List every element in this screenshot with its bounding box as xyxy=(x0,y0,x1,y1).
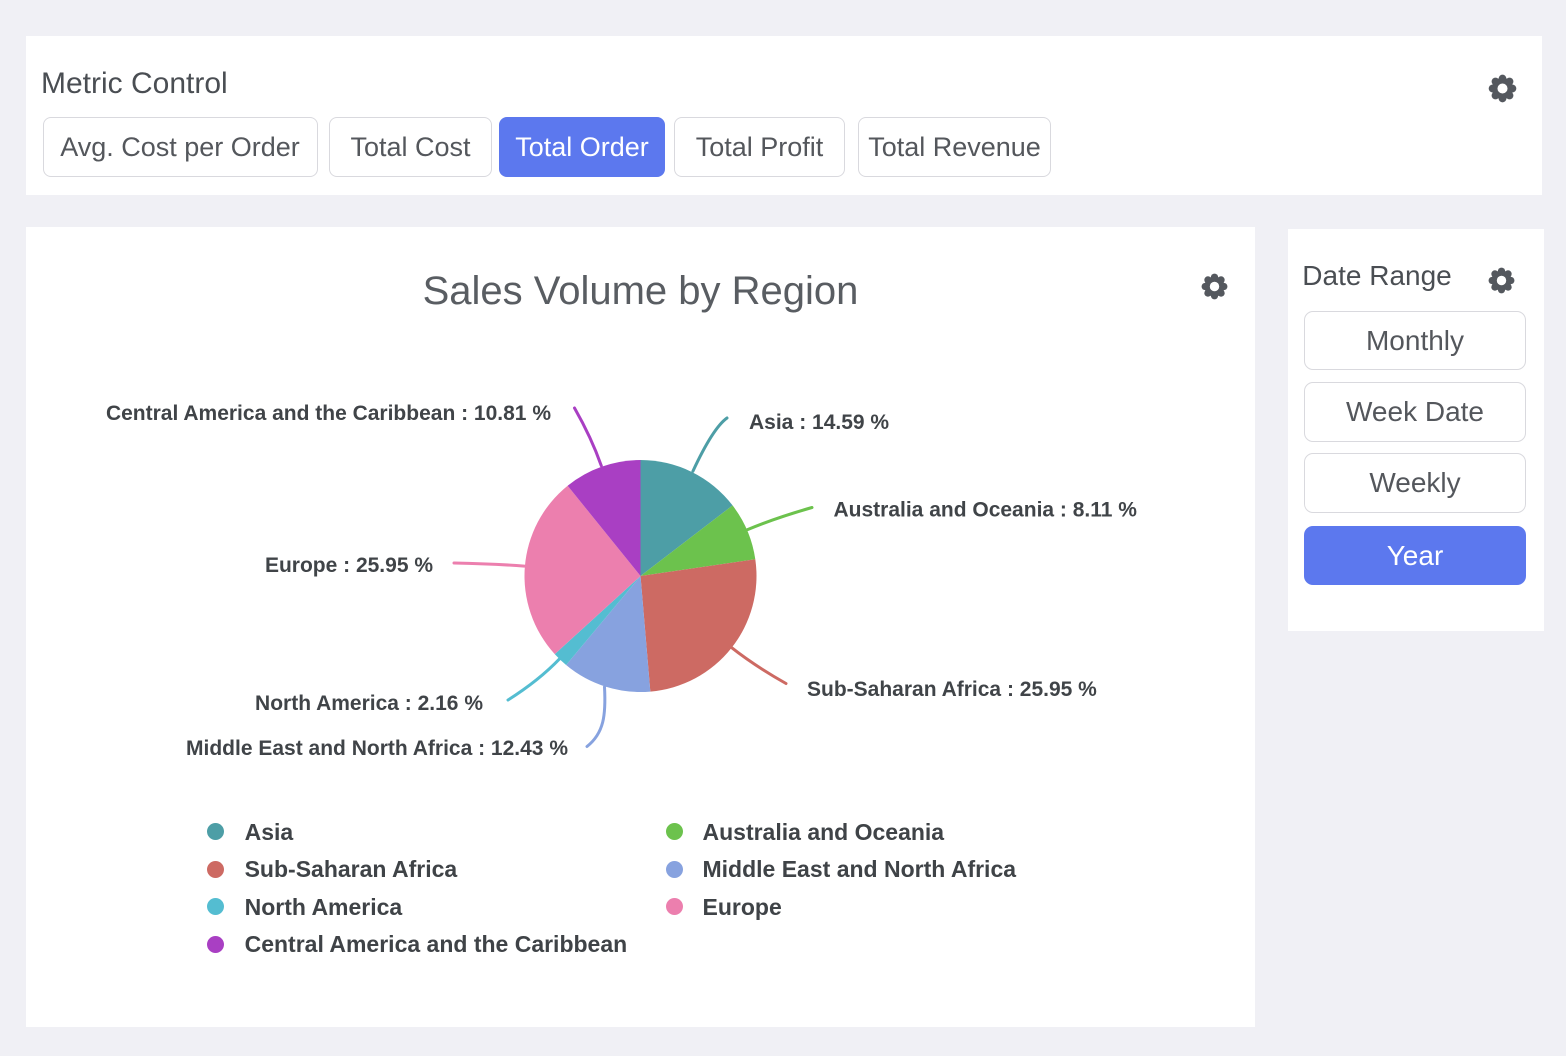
svg-text:Europe : 25.95 %: Europe : 25.95 % xyxy=(265,554,433,577)
svg-text:Middle East and North Africa :: Middle East and North Africa : 12.43 % xyxy=(186,737,568,760)
svg-text:Australia and Oceania : 8.11 %: Australia and Oceania : 8.11 % xyxy=(834,499,1138,522)
svg-text:Sub-Saharan Africa : 25.95 %: Sub-Saharan Africa : 25.95 % xyxy=(807,678,1097,701)
svg-text:Asia : 14.59 %: Asia : 14.59 % xyxy=(749,411,889,434)
svg-text:Central America and the Caribb: Central America and the Caribbean : 10.8… xyxy=(106,402,551,425)
svg-text:North America : 2.16 %: North America : 2.16 % xyxy=(255,692,483,715)
